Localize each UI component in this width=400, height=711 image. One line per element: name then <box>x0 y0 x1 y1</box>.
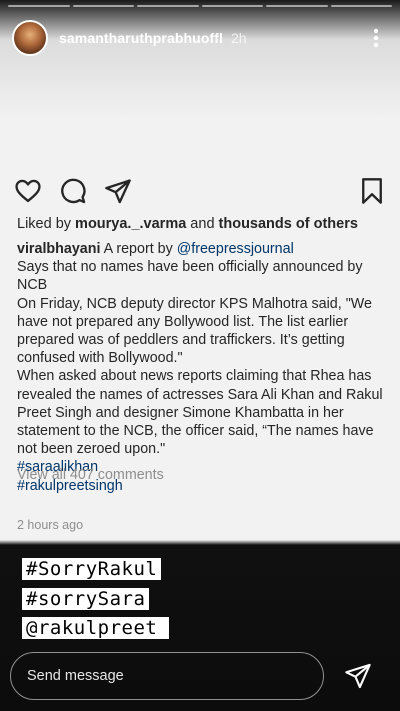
post-timestamp: 2 hours ago <box>17 518 84 532</box>
caption-line: When asked about news reports claiming t… <box>17 368 383 458</box>
avatar[interactable] <box>12 20 48 56</box>
send-message-input[interactable] <box>27 668 307 684</box>
progress-segment <box>330 5 392 7</box>
reply-bar <box>10 652 324 700</box>
mention-sticker[interactable]: @rakulpreet <box>22 617 170 639</box>
progress-segment <box>201 5 263 7</box>
likes-summary: Liked by mourya._.varma and thousands of… <box>17 216 358 232</box>
story-time-ago: 2h <box>230 30 247 46</box>
progress-segment <box>137 5 199 7</box>
caption-text: A report by <box>100 241 177 257</box>
comment-bubble-icon[interactable] <box>59 177 87 205</box>
bookmark-icon[interactable] <box>358 177 386 205</box>
paper-plane-icon[interactable] <box>104 177 132 205</box>
post-caption: viralbhayani A report by @freepressjourn… <box>17 240 389 495</box>
shared-post-card: Liked by mourya._.varma and thousands of… <box>0 170 400 540</box>
post-action-row <box>14 176 386 206</box>
view-comments-link[interactable]: View all 407 comments <box>17 467 164 483</box>
progress-segment <box>266 5 328 7</box>
caption-line: Says that no names have been officially … <box>17 259 363 294</box>
progress-segment <box>72 5 134 7</box>
story-viewer: samantharuthprabhuoffl 2h Liked by moury… <box>0 0 400 711</box>
likes-others[interactable]: thousands of others <box>219 216 358 232</box>
heart-icon[interactable] <box>14 177 42 205</box>
hashtag-sticker[interactable]: #sorrySara <box>22 588 150 610</box>
caption-username[interactable]: viralbhayani <box>17 241 100 257</box>
story-progress-bar <box>8 5 392 7</box>
liked-by-user[interactable]: mourya._.varma <box>75 216 186 232</box>
progress-segment <box>8 5 70 7</box>
more-vertical-icon[interactable] <box>364 26 388 50</box>
likes-prefix: Liked by <box>17 216 76 232</box>
caption-mention[interactable]: @freepressjournal <box>177 241 294 257</box>
caption-line: On Friday, NCB deputy director KPS Malho… <box>17 295 372 367</box>
story-username[interactable]: samantharuthprabhuoffl <box>59 30 223 46</box>
story-header: samantharuthprabhuoffl 2h <box>12 18 388 58</box>
send-icon[interactable] <box>344 662 372 690</box>
hashtag-sticker[interactable]: #SorryRakul <box>22 558 162 580</box>
likes-mid: and <box>186 216 219 232</box>
